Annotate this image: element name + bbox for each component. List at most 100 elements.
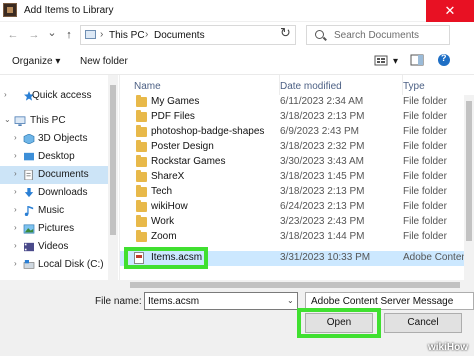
list-item[interactable]: photoshop-badge-shapes 6/9/2023 2:43 PM … [120,125,474,140]
chevron-right-icon[interactable]: › [14,151,17,160]
preview-pane-icon[interactable] [410,53,424,68]
list-item[interactable]: PDF Files 3/18/2023 2:13 PM File folder [120,110,474,125]
cancel-button[interactable]: Cancel [384,313,462,333]
nav-item-desktop[interactable]: › Desktop [0,148,110,166]
file-type: File folder [403,156,447,167]
chevron-right-icon[interactable]: › [14,133,17,142]
close-button[interactable]: ✕ [426,0,474,22]
address-bar[interactable]: › This PC › Documents ⌄ [80,25,342,45]
folder-icon [136,215,147,227]
nav-item-documents[interactable]: › Documents [0,166,110,184]
view-dropdown[interactable]: ▾ [393,56,398,67]
nav-item-videos[interactable]: › Videos [0,238,110,256]
file-list: Name Date modified Type My Games 6/11/20… [120,75,474,280]
chevron-right-icon[interactable]: › [14,187,17,196]
file-date: 3/23/2023 2:43 PM [280,216,365,227]
help-icon[interactable]: ? [437,53,451,68]
file-name: wikiHow [151,201,188,212]
list-item[interactable]: Zoom 3/18/2023 1:44 PM File folder [120,230,474,245]
list-item[interactable]: Tech 3/18/2023 2:13 PM File folder [120,185,474,200]
nav-item-pictures[interactable]: › Pictures [0,220,110,238]
file-list-scrollbar[interactable] [464,95,474,280]
computer-icon [14,116,26,126]
nav-item-local-disk[interactable]: › Local Disk (C:) [0,256,110,274]
file-type: File folder [403,201,447,212]
list-item[interactable]: My Games 6/11/2023 2:34 AM File folder [120,95,474,110]
folder-icon [136,155,147,167]
chevron-right-icon[interactable]: › [14,259,17,268]
chevron-right-icon[interactable]: › [14,169,17,178]
column-header-type[interactable]: Type [403,75,463,95]
back-arrow-icon[interactable]: ← [6,27,20,43]
horizontal-scrollbar-thumb[interactable] [130,282,460,288]
nav-item-3d-objects[interactable]: › 3D Objects [0,130,110,148]
nav-scrollbar-thumb[interactable] [110,85,116,235]
chevron-right-icon[interactable]: › [14,241,17,250]
column-header-name[interactable]: Name [134,75,280,95]
desktop-icon [24,152,34,161]
nav-label: Documents [38,169,89,180]
file-type: File folder [403,231,447,242]
wikihow-watermark: wikiHow [428,342,469,353]
file-name: Rockstar Games [151,156,226,167]
search-input[interactable]: Search Documents [306,25,450,45]
file-name-field[interactable]: Items.acsm ⌄ [144,292,298,310]
file-type: File folder [403,141,447,152]
file-type: File folder [403,216,447,227]
view-options-icon[interactable] [374,53,388,68]
nav-label: Quick access [32,90,92,101]
file-type: File folder [403,171,447,182]
breadcrumb-separator: › [100,29,104,40]
new-folder-button[interactable]: New folder [80,56,128,67]
file-name-label: File name: [95,296,142,307]
chevron-down-icon[interactable]: ⌄ [287,296,294,305]
list-item[interactable]: Work 3/23/2023 2:43 PM File folder [120,215,474,230]
organize-button[interactable]: Organize ▾ [12,56,60,67]
disk-icon [23,260,35,269]
highlight-box [297,308,381,338]
file-name: Poster Design [151,141,214,152]
folder-icon [136,170,147,182]
chevron-right-icon[interactable]: › [14,205,17,214]
file-list-scrollbar-thumb[interactable] [466,101,472,241]
command-bar: Organize ▾ New folder ▾ ? [0,48,474,75]
search-icon [315,30,324,39]
file-type: File folder [403,111,447,122]
nav-label: Videos [38,241,69,252]
folder-icon [136,230,147,242]
navigation-pane: › Quick access ⌄ This PC › 3D Objects › … [0,75,120,280]
file-name: Work [151,216,175,227]
folder-icon [136,125,147,137]
breadcrumb-separator: › [145,29,149,40]
file-type: Adobe Conten [403,252,467,263]
list-item[interactable]: wikiHow 6/24/2023 2:13 PM File folder [120,200,474,215]
search-placeholder: Search Documents [334,30,420,41]
documents-icon [24,170,33,180]
folder-icon [136,140,147,152]
list-item[interactable]: Poster Design 3/18/2023 2:32 PM File fol… [120,140,474,155]
chevron-right-icon[interactable]: › [14,223,17,232]
recent-locations-icon[interactable]: ⌄ [45,25,59,41]
file-name-value: Items.acsm [148,296,200,307]
chevron-right-icon[interactable]: › [4,90,7,99]
refresh-icon[interactable]: ↻ [280,25,291,41]
list-item[interactable]: ShareX 3/18/2023 1:45 PM File folder [120,170,474,185]
folder-icon [136,200,147,212]
breadcrumb-this-pc[interactable]: This PC [109,30,145,41]
file-name: My Games [151,96,200,107]
horizontal-scrollbar[interactable] [0,280,474,290]
nav-item-quick-access[interactable]: › Quick access [0,87,110,105]
nav-item-music[interactable]: › Music [0,202,110,220]
cube-icon [23,134,35,144]
nav-scrollbar[interactable] [108,75,118,280]
nav-item-downloads[interactable]: › Downloads [0,184,110,202]
nav-item-this-pc[interactable]: ⌄ This PC [0,112,110,130]
forward-arrow-icon[interactable]: → [27,27,41,43]
chevron-down-icon[interactable]: ⌄ [4,115,11,124]
breadcrumb-documents[interactable]: Documents [154,30,205,41]
file-date: 6/24/2023 2:13 PM [280,201,365,212]
file-name: Zoom [151,231,177,242]
up-arrow-icon[interactable]: ↑ [62,27,76,43]
column-header-date-modified[interactable]: Date modified [280,75,403,95]
list-item[interactable]: Rockstar Games 3/30/2023 3:43 AM File fo… [120,155,474,170]
